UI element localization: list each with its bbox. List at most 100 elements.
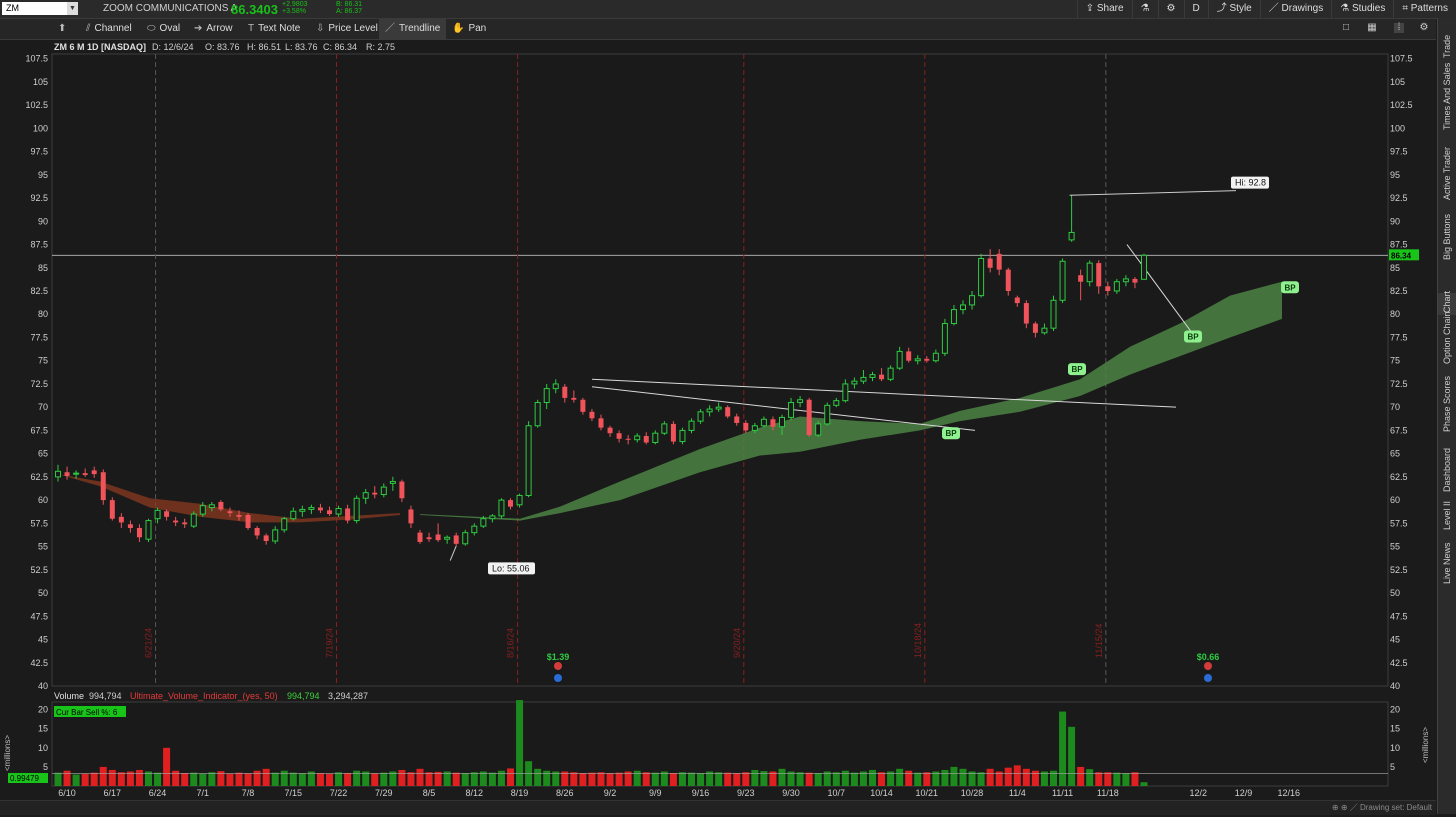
- tool-arrow[interactable]: ➔ Arrow: [194, 19, 233, 39]
- price-axis-tick-right: 105: [1390, 77, 1405, 87]
- tool-oval[interactable]: ⬭ Oval: [147, 19, 180, 39]
- price-axis-tick-left: 42.5: [30, 658, 48, 668]
- volume-bar: [280, 770, 288, 786]
- price-axis-tick-left: 72.5: [30, 379, 48, 389]
- volume-tick-left: 20: [38, 705, 48, 715]
- candle-body: [82, 473, 88, 476]
- volume-bar: [470, 772, 478, 786]
- earnings-icon: [554, 662, 562, 670]
- candle-body: [725, 407, 731, 417]
- settings-flask-button[interactable]: ⚙: [1157, 0, 1184, 18]
- price-axis-tick-left: 67.5: [30, 425, 48, 435]
- candle-body: [679, 429, 686, 443]
- time-axis-tick: 10/7: [828, 788, 846, 798]
- share-button[interactable]: ⇪ Share: [1076, 0, 1132, 18]
- candle-body: [372, 492, 378, 495]
- single-layout-icon[interactable]: □: [1341, 23, 1351, 33]
- time-axis-tick: 8/12: [466, 788, 484, 798]
- price-chart[interactable]: 6/21/24 7/19/24 8/16/24 9/20/24 10/18/24 11/1…: [0, 40, 1436, 814]
- candle-body: [353, 497, 360, 522]
- candle-body: [218, 501, 224, 510]
- candle-body: [1014, 297, 1020, 304]
- candle-body: [580, 399, 586, 412]
- symbol-dropdown-icon[interactable]: ▼: [67, 2, 78, 15]
- price-axis-tick-right: 85: [1390, 263, 1400, 273]
- candle-body: [55, 470, 61, 478]
- candle-body: [924, 358, 930, 361]
- volume-bar: [588, 772, 596, 786]
- volume-bar: [226, 773, 234, 786]
- candle-body: [1086, 262, 1093, 283]
- candle-body: [987, 258, 993, 268]
- candle-body: [1113, 281, 1120, 292]
- volume-bar: [651, 772, 659, 786]
- price-axis-tick-right: 70: [1390, 402, 1400, 412]
- candle-body: [706, 408, 713, 413]
- top-toolbar: ZM ▼ ZOOM COMMUNICATIONS A 86.3403 +2.980…: [0, 0, 1456, 19]
- tool-price-level[interactable]: ⇩ Price Level: [316, 19, 378, 39]
- price-axis-tick-left: 107.5: [25, 54, 48, 64]
- candle-body: [996, 253, 1002, 270]
- volume-bar: [878, 772, 886, 786]
- candle-body: [516, 494, 523, 506]
- gear-icon[interactable]: ⚙: [1419, 23, 1429, 33]
- volume-value: 994,794: [89, 691, 122, 701]
- tool-channel[interactable]: ⫽ Channel: [86, 19, 132, 39]
- volume-tick-right: 5: [1390, 762, 1395, 772]
- text-icon: T: [248, 23, 255, 34]
- volume-bar: [298, 773, 306, 786]
- volume-tick-left: 15: [38, 724, 48, 734]
- price-axis-tick-left: 75: [38, 356, 48, 366]
- tool-text-note[interactable]: T Text Note: [248, 19, 300, 39]
- cursor-tool[interactable]: ⬆: [58, 19, 70, 39]
- volume-bar: [579, 773, 587, 786]
- patterns-button[interactable]: ⌗ Patterns: [1393, 0, 1456, 18]
- candle-body: [896, 350, 903, 369]
- candle-body: [914, 358, 921, 362]
- layout-icon[interactable]: ⁞: [1394, 23, 1404, 33]
- style-button[interactable]: ⤴ Style: [1207, 0, 1260, 18]
- price-axis-tick-left: 40: [38, 681, 48, 691]
- candle-body: [362, 492, 369, 499]
- candle-body: [688, 420, 695, 431]
- volume-bar: [959, 768, 967, 786]
- candle-body: [136, 528, 142, 538]
- ask-value: A: 86.37: [336, 8, 363, 15]
- volume-bar: [199, 773, 207, 786]
- cur-bar-sell: Cur Bar Sell %: 6: [56, 708, 118, 717]
- earnings-label: $0.66: [1197, 652, 1220, 662]
- tool-pan[interactable]: ✋ Pan: [452, 19, 486, 39]
- tool-trendline[interactable]: ／ Trendline: [379, 19, 447, 39]
- chart-area[interactable]: 6/21/24 7/19/24 8/16/24 9/20/24 10/18/24 11/1…: [0, 40, 1436, 814]
- candle-body: [562, 386, 568, 398]
- candle-body: [797, 399, 804, 404]
- candle-body: [842, 383, 849, 402]
- price-axis-tick-right: 52.5: [1390, 565, 1408, 575]
- volume-bar: [923, 772, 931, 786]
- drawings-button[interactable]: ／ Drawings: [1259, 0, 1331, 18]
- aggregation-button[interactable]: D: [1183, 0, 1208, 18]
- grid-layout-icon[interactable]: ▦: [1367, 23, 1377, 33]
- candle-body: [345, 508, 351, 521]
- symbol-input[interactable]: ZM ▼: [2, 2, 78, 15]
- time-axis-tick: 9/2: [604, 788, 617, 798]
- date-marker-label: 7/19/24: [325, 628, 335, 658]
- candle-body: [444, 536, 451, 540]
- candle-body: [589, 411, 595, 419]
- pencil-icon: ／: [1268, 3, 1282, 14]
- volume-bar: [154, 772, 162, 786]
- candle-body: [552, 383, 559, 390]
- volume-bar: [235, 772, 243, 786]
- volume-bar: [425, 772, 433, 786]
- candle-body: [389, 481, 396, 484]
- price-axis-tick-right: 60: [1390, 495, 1400, 505]
- flask-button[interactable]: ⚗: [1131, 0, 1158, 18]
- candle-body: [64, 472, 70, 476]
- info-open: O: 83.76: [205, 42, 240, 52]
- time-axis-tick: 11/4: [1009, 788, 1026, 798]
- volume-bar: [316, 773, 324, 786]
- bp-label: BP: [945, 429, 957, 438]
- studies-button[interactable]: ⚗ Studies: [1331, 0, 1393, 18]
- volume-bar: [543, 770, 551, 786]
- drawing-set[interactable]: ⊕ ⊕ ／ Drawing set: Default: [1332, 802, 1432, 813]
